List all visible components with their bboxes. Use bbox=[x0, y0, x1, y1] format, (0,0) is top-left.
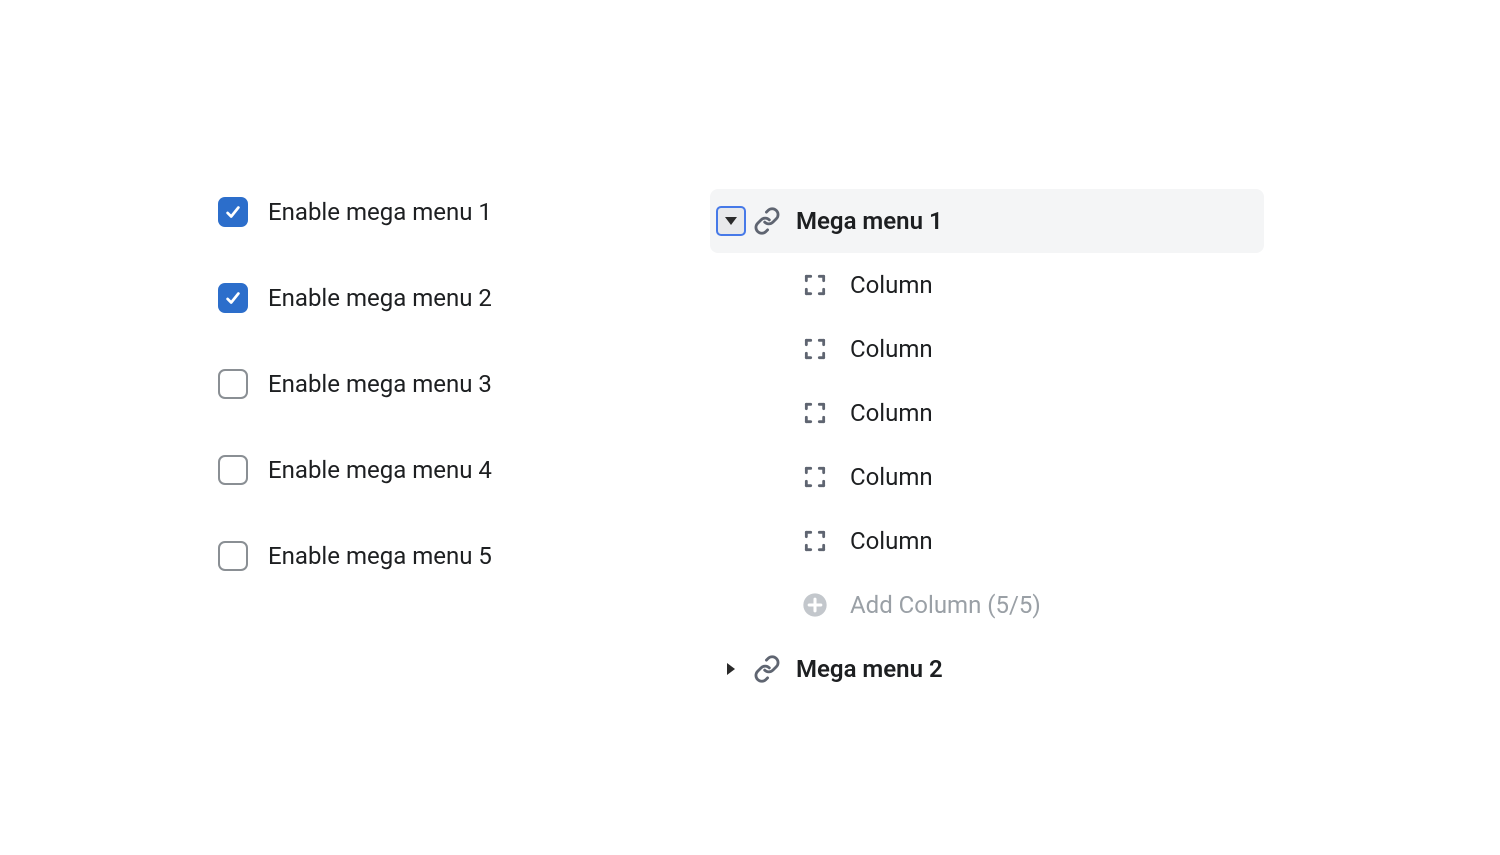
section-icon bbox=[800, 398, 830, 428]
checkbox-check-icon bbox=[218, 197, 248, 227]
checkbox-label: Enable mega menu 5 bbox=[268, 542, 492, 571]
checkbox-enable-mega-menu-4[interactable]: Enable mega menu 4 bbox=[218, 452, 618, 488]
section-icon bbox=[800, 270, 830, 300]
checkbox-label: Enable mega menu 4 bbox=[268, 456, 492, 485]
caret-down-icon bbox=[725, 217, 737, 225]
checkbox-check-icon bbox=[218, 283, 248, 313]
add-column-button: Add Column (5/5) bbox=[710, 573, 1264, 637]
tree-child-label: Column bbox=[850, 335, 933, 363]
section-icon bbox=[800, 462, 830, 492]
checkbox-empty-icon bbox=[218, 541, 248, 571]
checkbox-empty-icon bbox=[218, 369, 248, 399]
section-icon bbox=[800, 526, 830, 556]
tree-child-column[interactable]: Column bbox=[710, 381, 1264, 445]
tree-child-label: Column bbox=[850, 271, 933, 299]
tree-item-mega-menu-2[interactable]: Mega menu 2 bbox=[710, 637, 1264, 701]
tree-child-label: Column bbox=[850, 463, 933, 491]
link-icon bbox=[752, 206, 782, 236]
tree-child-label: Column bbox=[850, 527, 933, 555]
checkbox-enable-mega-menu-1[interactable]: Enable mega menu 1 bbox=[218, 194, 618, 230]
tree-child-column[interactable]: Column bbox=[710, 509, 1264, 573]
checkbox-label: Enable mega menu 3 bbox=[268, 370, 492, 399]
disclosure-toggle[interactable] bbox=[716, 654, 746, 684]
tree-child-label: Column bbox=[850, 399, 933, 427]
enable-mega-menu-list: Enable mega menu 1 Enable mega menu 2 En… bbox=[218, 194, 618, 624]
tree-item-mega-menu-1[interactable]: Mega menu 1 bbox=[710, 189, 1264, 253]
checkbox-label: Enable mega menu 2 bbox=[268, 284, 492, 313]
mega-menu-tree: Mega menu 1 Column Column bbox=[710, 189, 1264, 701]
section-icon bbox=[800, 334, 830, 364]
checkbox-enable-mega-menu-2[interactable]: Enable mega menu 2 bbox=[218, 280, 618, 316]
tree-child-column[interactable]: Column bbox=[710, 445, 1264, 509]
checkbox-empty-icon bbox=[218, 455, 248, 485]
tree-child-column[interactable]: Column bbox=[710, 317, 1264, 381]
tree-item-label: Mega menu 2 bbox=[796, 655, 943, 683]
checkbox-label: Enable mega menu 1 bbox=[268, 198, 492, 227]
tree-item-label: Mega menu 1 bbox=[796, 207, 943, 235]
checkbox-enable-mega-menu-5[interactable]: Enable mega menu 5 bbox=[218, 538, 618, 574]
add-column-label: Add Column (5/5) bbox=[850, 591, 1041, 619]
checkbox-enable-mega-menu-3[interactable]: Enable mega menu 3 bbox=[218, 366, 618, 402]
disclosure-toggle[interactable] bbox=[716, 206, 746, 236]
caret-right-icon bbox=[727, 663, 735, 675]
tree-child-column[interactable]: Column bbox=[710, 253, 1264, 317]
link-icon bbox=[752, 654, 782, 684]
plus-circle-icon bbox=[800, 590, 830, 620]
